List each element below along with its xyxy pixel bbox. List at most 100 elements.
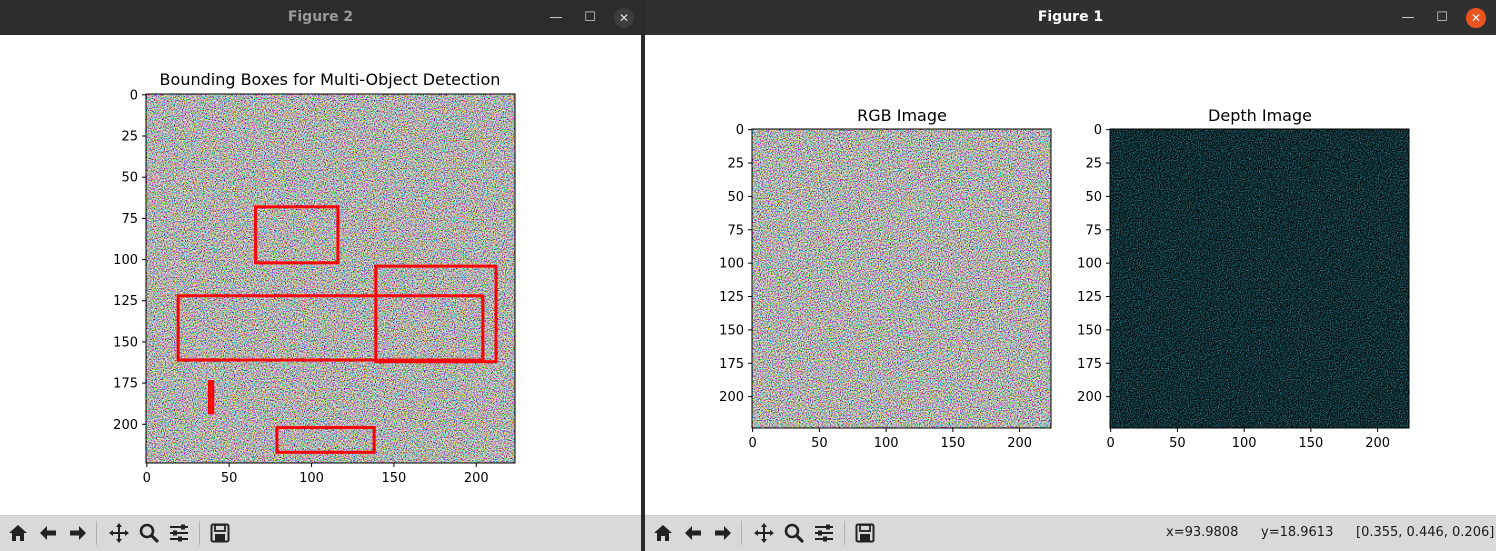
pan-button[interactable]	[105, 519, 133, 547]
x-tick-label: 150	[382, 471, 407, 486]
close-icon: ✕	[1470, 11, 1482, 25]
x-tick-label: 200	[1365, 436, 1390, 451]
y-tick-label: 200	[1077, 390, 1102, 405]
configure-subplots-icon	[170, 524, 188, 542]
y-tick-label: 0	[736, 123, 744, 138]
toolbar-separator	[96, 521, 97, 545]
axes-title: Bounding Boxes for Multi-Object Detectio…	[160, 70, 501, 89]
home-icon	[9, 525, 27, 541]
zoom-button[interactable]	[780, 519, 808, 547]
y-tick-label: 150	[1077, 323, 1102, 338]
y-tick-label: 150	[719, 323, 744, 338]
noise-image	[146, 94, 515, 463]
figure1-window-title: Figure 1	[1037, 9, 1104, 25]
y-tick-label: 100	[1077, 257, 1102, 272]
zoom-icon	[139, 523, 159, 543]
y-tick-label: 0	[1094, 123, 1102, 138]
x-tick-label: 50	[1169, 436, 1186, 451]
minimize-icon: —	[549, 10, 563, 25]
toolbar-separator	[844, 521, 845, 545]
y-tick-label: 25	[121, 130, 138, 145]
x-tick-label: 150	[940, 436, 965, 451]
pan-icon	[754, 523, 774, 543]
y-tick-label: 50	[1085, 190, 1102, 205]
forward-button[interactable]	[64, 519, 92, 547]
close-icon: ✕	[618, 11, 630, 25]
home-icon	[654, 525, 672, 541]
y-tick-label: 125	[113, 294, 138, 309]
x-tick-label: 150	[1298, 436, 1323, 451]
y-tick-label: 75	[121, 212, 138, 227]
pixel-value-readout: [0.355, 0.446, 0.206]	[1356, 525, 1495, 540]
rgb-y-axis: 0 25 50 75 100 125 150 175 200	[719, 123, 752, 405]
toolbar-separator	[741, 521, 742, 545]
y-tick-label: 25	[727, 157, 744, 172]
configure-subplots-button[interactable]	[165, 519, 193, 547]
figure1-plot: RGB Image 0 50 100 150 200 0 25 50 75 100 125 150 1…	[719, 106, 1410, 451]
figure2-canvas[interactable]: Bounding Boxes for Multi-Object Detectio…	[0, 35, 641, 516]
x-tick-label: 100	[299, 471, 324, 486]
save-icon	[210, 523, 230, 543]
x-tick-label: 0	[749, 436, 757, 451]
save-button[interactable]	[851, 519, 879, 547]
forward-button[interactable]	[709, 519, 737, 547]
rgb-image	[752, 129, 1051, 428]
cursor-y-readout: y=18.9613	[1261, 525, 1334, 540]
maximize-button[interactable]: ☐	[1432, 8, 1452, 28]
x-tick-label: 0	[143, 471, 151, 486]
close-button[interactable]: ✕	[614, 8, 634, 28]
x-axis: 0 50 100 150 200	[143, 463, 489, 486]
x-tick-label: 50	[811, 436, 828, 451]
y-tick-label: 100	[113, 253, 138, 268]
x-tick-label: 100	[1232, 436, 1257, 451]
x-tick-label: 100	[874, 436, 899, 451]
figure1-titlebar[interactable]: Figure 1 — ☐ ✕	[645, 0, 1496, 35]
minimize-icon: —	[1401, 10, 1415, 25]
figure2-toolbar	[0, 515, 641, 551]
figure2-plot: Bounding Boxes for Multi-Object Detectio…	[113, 70, 516, 486]
depth-image-noise-b	[1110, 129, 1409, 428]
save-button[interactable]	[206, 519, 234, 547]
y-tick-label: 100	[719, 257, 744, 272]
forward-arrow-icon	[70, 526, 86, 540]
configure-subplots-icon	[815, 524, 833, 542]
zoom-icon	[784, 523, 804, 543]
minimize-button[interactable]: —	[1398, 8, 1418, 28]
figure2-titlebar[interactable]: Figure 2 — ☐ ✕	[0, 0, 641, 35]
back-button[interactable]	[34, 519, 62, 547]
depth-subplot-title: Depth Image	[1208, 106, 1312, 125]
y-tick-label: 25	[1085, 157, 1102, 172]
figure1-toolbar: x=93.9808 y=18.9613 [0.355, 0.446, 0.206…	[645, 515, 1496, 551]
configure-subplots-button[interactable]	[810, 519, 838, 547]
y-tick-label: 125	[1077, 290, 1102, 305]
y-tick-label: 150	[113, 335, 138, 350]
y-tick-label: 50	[727, 190, 744, 205]
y-axis: 0 25 50 75 100 125 150 175 200	[113, 88, 146, 433]
back-button[interactable]	[679, 519, 707, 547]
maximize-icon: ☐	[1436, 10, 1448, 25]
x-tick-label: 200	[464, 471, 489, 486]
y-tick-label: 125	[719, 290, 744, 305]
toolbar-separator	[199, 521, 200, 545]
minimize-button[interactable]: —	[546, 8, 566, 28]
save-icon	[855, 523, 875, 543]
x-tick-label: 50	[221, 471, 238, 486]
figure1-window: Figure 1 — ☐ ✕ RGB Image 0 50 100 150 200 0 2…	[645, 0, 1496, 551]
y-tick-label: 0	[130, 88, 138, 103]
y-tick-label: 175	[1077, 357, 1102, 372]
forward-arrow-icon	[715, 526, 731, 540]
zoom-button[interactable]	[135, 519, 163, 547]
home-button[interactable]	[649, 519, 677, 547]
maximize-button[interactable]: ☐	[580, 8, 600, 28]
maximize-icon: ☐	[584, 10, 596, 25]
y-tick-label: 175	[113, 377, 138, 392]
close-button[interactable]: ✕	[1466, 8, 1486, 28]
y-tick-label: 200	[719, 390, 744, 405]
figure1-canvas[interactable]: RGB Image 0 50 100 150 200 0 25 50 75 100 125 150 1…	[645, 35, 1496, 516]
depth-y-axis: 0 25 50 75 100 125 150 175 200	[1077, 123, 1110, 405]
rgb-x-axis: 0 50 100 150 200	[749, 428, 1032, 451]
y-tick-label: 50	[121, 171, 138, 186]
home-button[interactable]	[4, 519, 32, 547]
pan-button[interactable]	[750, 519, 778, 547]
pan-icon	[109, 523, 129, 543]
